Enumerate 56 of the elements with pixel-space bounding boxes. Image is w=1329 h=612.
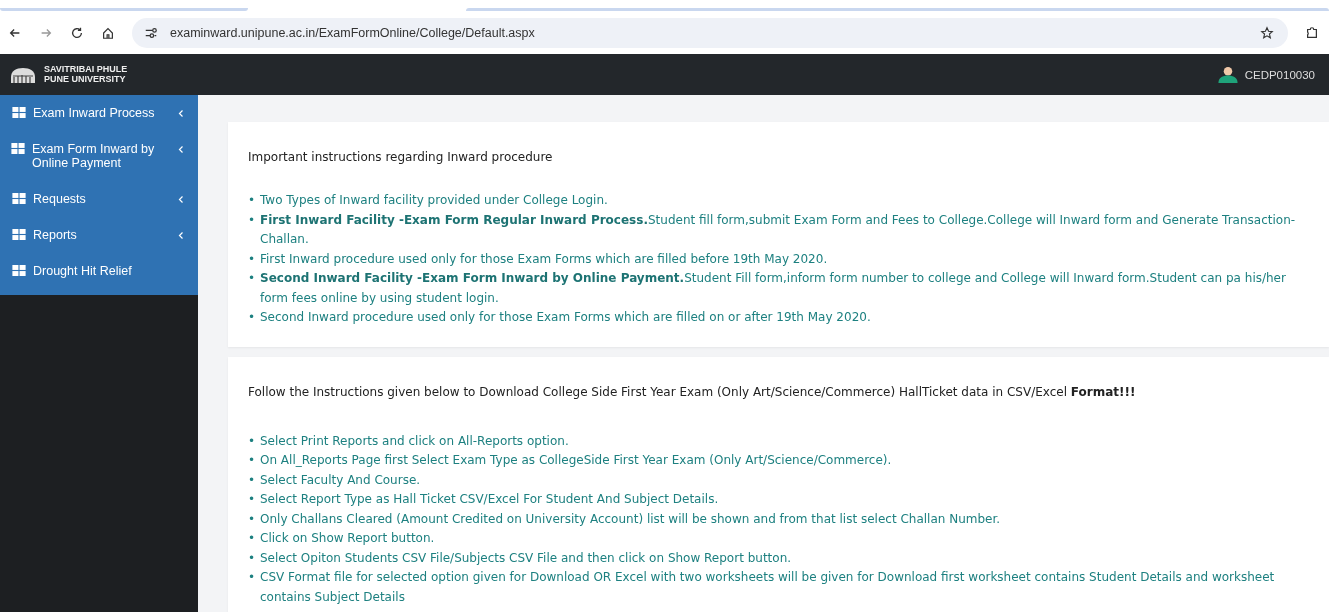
bullet: • — [248, 569, 257, 586]
star-icon[interactable] — [1260, 26, 1274, 40]
bullet: • — [248, 250, 257, 268]
user-avatar-icon — [1216, 66, 1239, 83]
bullet: • — [248, 211, 257, 229]
instruction-item: Second Inward Facility -Exam Form Inward by Online Payment.Student Fill form,inform form number to college and College will Inward form.Student can pa his/her form fees online by using student login. — [260, 270, 1287, 307]
bullet: • — [248, 432, 257, 450]
instruction-item: Select Opiton Students CSV File/Subjects CSV File and then click on Show Report button. — [260, 549, 792, 567]
url-text: examinward.unipune.ac.in/ExamFormOnline/College/Default.aspx — [170, 26, 536, 40]
instruction-item: Select Faculty And Course. — [260, 471, 421, 489]
bullet: • — [248, 452, 257, 469]
instruction-item: Click on Show Report button. — [260, 530, 435, 547]
card-title: Follow the Instructions given below to Download College Side First Year Exam (Only Art/Science/Commerce) HallTicket data in CSV/Excel Format!!! — [248, 383, 1137, 400]
sidebar-item-label: Reports — [33, 228, 77, 242]
sidebar-item[interactable]: Requests — [0, 181, 198, 217]
instruction-item: Select Report Type as Hall Ticket CSV/Excel For Student And Subject Details. — [260, 491, 719, 508]
bullet: • — [248, 549, 257, 567]
instruction-item: Second Inward procedure used only for those Exam Forms which are filled on or after 19th May 2020. — [260, 309, 871, 326]
extension-icon[interactable] — [1305, 26, 1319, 40]
bullet: • — [248, 270, 257, 287]
sidebar-item-label: Drought Hit Relief — [33, 264, 132, 278]
site-settings-icon[interactable] — [144, 26, 158, 40]
grid-icon — [11, 143, 25, 154]
sidebar-item-label: Exam Form Inward by Online Payment — [32, 142, 156, 170]
grid-icon — [12, 229, 26, 240]
instruction-item: Select Print Reports and click on All-Reports option. — [260, 432, 569, 450]
bullet: • — [248, 192, 257, 209]
card-title: Important instructions regarding Inward procedure — [248, 149, 554, 165]
home-icon[interactable] — [101, 26, 115, 40]
sidebar-item-label: Requests — [33, 192, 86, 206]
back-icon[interactable] — [8, 26, 22, 40]
forward-icon[interactable] — [39, 26, 53, 40]
bullet: • — [248, 471, 257, 489]
bullet: • — [248, 510, 257, 528]
instruction-item: CSV Format file for selected option given for Download OR Excel with two worksheets will be given for Download first worksheet contains Student Details and worksheet contains Subject Details — [260, 569, 1276, 606]
logo-text: PUNE UNIVERSITY — [44, 74, 127, 84]
grid-icon — [12, 193, 26, 204]
grid-icon — [12, 107, 26, 118]
bullet: • — [248, 530, 257, 547]
sidebar-item[interactable]: Reports — [0, 217, 198, 253]
instruction-item: First Inward Facility -Exam Form Regular Inward Process.Student fill form,submit Exam Form and Fees to College.College will Inward form and Generate Transaction-Challan. — [260, 211, 1297, 248]
bullet: • — [248, 491, 257, 508]
sidebar-item[interactable]: Drought Hit Relief — [0, 253, 198, 289]
logo-text: SAVITRIBAI PHULE — [44, 65, 128, 75]
sidebar-item[interactable]: Exam Inward Process — [0, 95, 198, 131]
username[interactable]: CEDP010030 — [1244, 68, 1315, 81]
instruction-item: Two Types of Inward facility provided under College Login. — [260, 192, 608, 209]
sidebar-item[interactable]: Exam Form Inward by Online Payment — [0, 131, 198, 181]
bullet: • — [248, 309, 257, 326]
instruction-item: On All_Reports Page first Select Exam Type as CollegeSide First Year Exam (Only Art/Science/Commerce). — [260, 452, 892, 469]
reload-icon[interactable] — [70, 26, 84, 40]
instruction-item: Only Challans Cleared (Amount Credited on University Account) list will be shown and from that list select Challan Number. — [260, 510, 1001, 528]
address-bar[interactable]: examinward.unipune.ac.in/ExamFormOnline/College/Default.aspx — [132, 18, 1288, 48]
grid-icon — [12, 265, 26, 276]
sidebar-item-label: Exam Inward Process — [33, 106, 155, 120]
instruction-item: First Inward procedure used only for those Exam Forms which are filled before 19th May 2020. — [260, 250, 828, 268]
